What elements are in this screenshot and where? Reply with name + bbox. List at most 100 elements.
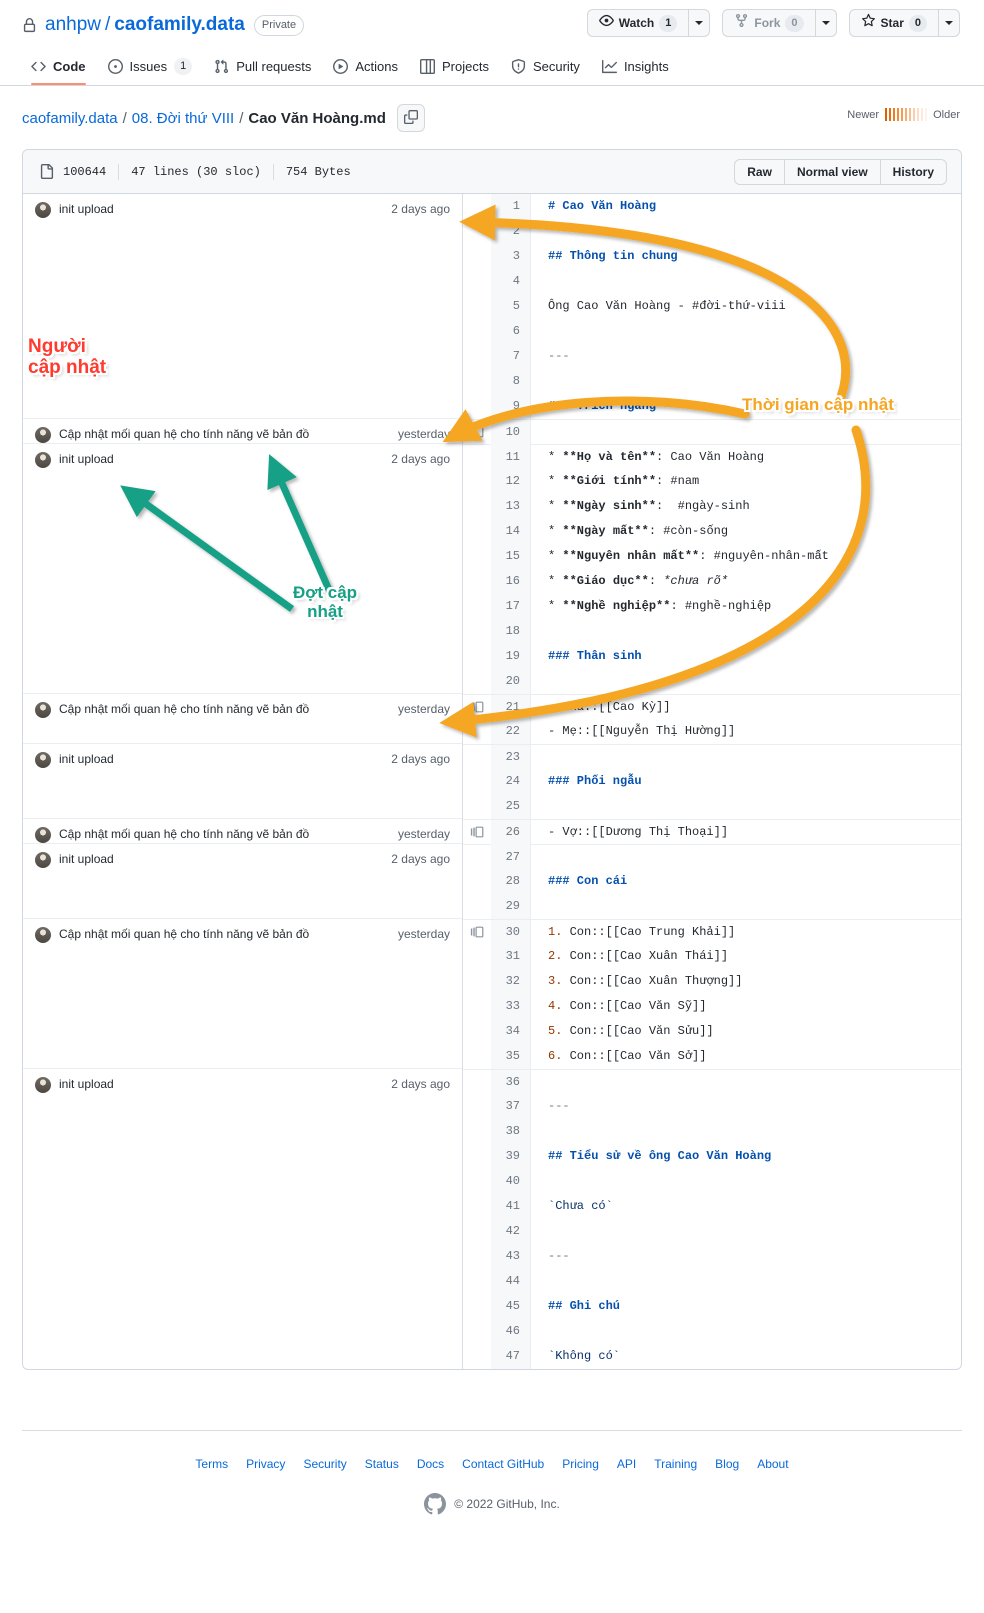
footer-link-terms[interactable]: Terms [195, 1457, 228, 1471]
line-number[interactable]: 17 [491, 594, 531, 619]
line-number[interactable]: 41 [491, 1194, 531, 1219]
blame-commit-row[interactable]: init upload2 days ago [23, 744, 462, 819]
line-number[interactable]: 3 [491, 244, 531, 269]
footer-link-pricing[interactable]: Pricing [562, 1457, 599, 1471]
nav-item-security[interactable]: Security [502, 51, 589, 84]
line-number[interactable]: 34 [491, 1019, 531, 1044]
line-number[interactable]: 10 [491, 420, 531, 445]
line-number[interactable]: 28 [491, 869, 531, 894]
commit-message[interactable]: Cập nhật mối quan hệ cho tính năng vẽ bả… [59, 701, 388, 718]
line-number[interactable]: 21 [491, 695, 531, 720]
commit-message[interactable]: Cập nhật mối quan hệ cho tính năng vẽ bả… [59, 826, 388, 843]
line-number[interactable]: 7 [491, 344, 531, 369]
line-number[interactable]: 39 [491, 1144, 531, 1169]
avatar[interactable] [35, 202, 51, 218]
fork-button[interactable]: Fork 0 [722, 9, 814, 37]
footer-link-blog[interactable]: Blog [715, 1457, 739, 1471]
avatar[interactable] [35, 452, 51, 468]
footer-link-status[interactable]: Status [365, 1457, 399, 1471]
line-number[interactable]: 15 [491, 544, 531, 569]
breadcrumb-folder[interactable]: 08. Đời thứ VIII [132, 110, 234, 127]
commit-message[interactable]: init upload [59, 1076, 381, 1093]
avatar[interactable] [35, 852, 51, 868]
line-number[interactable]: 8 [491, 369, 531, 394]
line-number[interactable]: 42 [491, 1219, 531, 1244]
blame-commit-row[interactable]: init upload2 days ago [23, 444, 462, 694]
blame-commit-row[interactable]: Cập nhật mối quan hệ cho tính năng vẽ bả… [23, 419, 462, 444]
line-number[interactable]: 46 [491, 1319, 531, 1344]
copy-path-button[interactable] [397, 104, 425, 132]
star-button[interactable]: Star 0 [849, 9, 938, 37]
commit-message[interactable]: Cập nhật mối quan hệ cho tính năng vẽ bả… [59, 926, 388, 943]
line-number[interactable]: 12 [491, 469, 531, 494]
nav-item-projects[interactable]: Projects [411, 51, 498, 84]
watch-dropdown-button[interactable] [688, 9, 710, 37]
commit-message[interactable]: init upload [59, 751, 381, 768]
normal-view-button[interactable]: Normal view [784, 159, 880, 185]
line-number[interactable]: 20 [491, 669, 531, 694]
line-number[interactable]: 19 [491, 644, 531, 669]
line-number[interactable]: 40 [491, 1169, 531, 1194]
footer-link-security[interactable]: Security [303, 1457, 346, 1471]
nav-item-issues[interactable]: Issues 1 [99, 50, 202, 85]
commit-message[interactable]: Cập nhật mối quan hệ cho tính năng vẽ bả… [59, 426, 388, 443]
line-number[interactable]: 26 [491, 820, 531, 845]
nav-item-code[interactable]: Code [22, 51, 95, 84]
line-number[interactable]: 33 [491, 994, 531, 1019]
line-number[interactable]: 6 [491, 319, 531, 344]
line-number[interactable]: 1 [491, 194, 531, 219]
footer-link-contact-github[interactable]: Contact GitHub [462, 1457, 544, 1471]
reblame-prior-icon[interactable] [463, 695, 491, 720]
avatar[interactable] [35, 752, 51, 768]
reblame-prior-icon[interactable] [463, 920, 491, 945]
line-number[interactable]: 24 [491, 769, 531, 794]
line-number[interactable]: 23 [491, 745, 531, 770]
line-number[interactable]: 47 [491, 1344, 531, 1369]
nav-item-actions[interactable]: Actions [324, 51, 407, 84]
nav-item-pull-requests[interactable]: Pull requests [205, 51, 320, 84]
line-number[interactable]: 25 [491, 794, 531, 819]
nav-item-insights[interactable]: Insights [593, 51, 678, 84]
line-number[interactable]: 36 [491, 1070, 531, 1095]
line-number[interactable]: 45 [491, 1294, 531, 1319]
line-number[interactable]: 30 [491, 920, 531, 945]
footer-link-api[interactable]: API [617, 1457, 636, 1471]
footer-link-training[interactable]: Training [654, 1457, 697, 1471]
blame-commit-row[interactable]: init upload2 days ago [23, 844, 462, 919]
line-number[interactable]: 32 [491, 969, 531, 994]
commit-message[interactable]: init upload [59, 201, 381, 218]
line-number[interactable]: 29 [491, 894, 531, 919]
line-number[interactable]: 2 [491, 219, 531, 244]
line-number[interactable]: 18 [491, 619, 531, 644]
fork-dropdown-button[interactable] [815, 9, 837, 37]
blame-commit-row[interactable]: init upload2 days ago [23, 1069, 462, 1369]
commit-message[interactable]: init upload [59, 451, 381, 468]
blame-commit-row[interactable]: Cập nhật mối quan hệ cho tính năng vẽ bả… [23, 694, 462, 744]
line-number[interactable]: 31 [491, 944, 531, 969]
line-number[interactable]: 16 [491, 569, 531, 594]
blame-commit-row[interactable]: init upload2 days ago [23, 194, 462, 419]
line-number[interactable]: 22 [491, 719, 531, 744]
avatar[interactable] [35, 927, 51, 943]
line-number[interactable]: 44 [491, 1269, 531, 1294]
line-number[interactable]: 38 [491, 1119, 531, 1144]
line-number[interactable]: 9 [491, 394, 531, 419]
history-button[interactable]: History [880, 159, 947, 185]
repo-owner-link[interactable]: anhpw [45, 14, 101, 36]
line-number[interactable]: 13 [491, 494, 531, 519]
breadcrumb-root[interactable]: caofamily.data [22, 110, 118, 127]
footer-link-privacy[interactable]: Privacy [246, 1457, 285, 1471]
line-number[interactable]: 27 [491, 845, 531, 870]
watch-button[interactable]: Watch 1 [587, 9, 689, 37]
line-number[interactable]: 5 [491, 294, 531, 319]
raw-button[interactable]: Raw [734, 159, 784, 185]
avatar[interactable] [35, 1077, 51, 1093]
reblame-prior-icon[interactable] [463, 820, 491, 845]
line-number[interactable]: 4 [491, 269, 531, 294]
blame-commit-row[interactable]: Cập nhật mối quan hệ cho tính năng vẽ bả… [23, 819, 462, 844]
commit-message[interactable]: init upload [59, 851, 381, 868]
line-number[interactable]: 37 [491, 1094, 531, 1119]
footer-link-about[interactable]: About [757, 1457, 788, 1471]
line-number[interactable]: 43 [491, 1244, 531, 1269]
avatar[interactable] [35, 827, 51, 843]
